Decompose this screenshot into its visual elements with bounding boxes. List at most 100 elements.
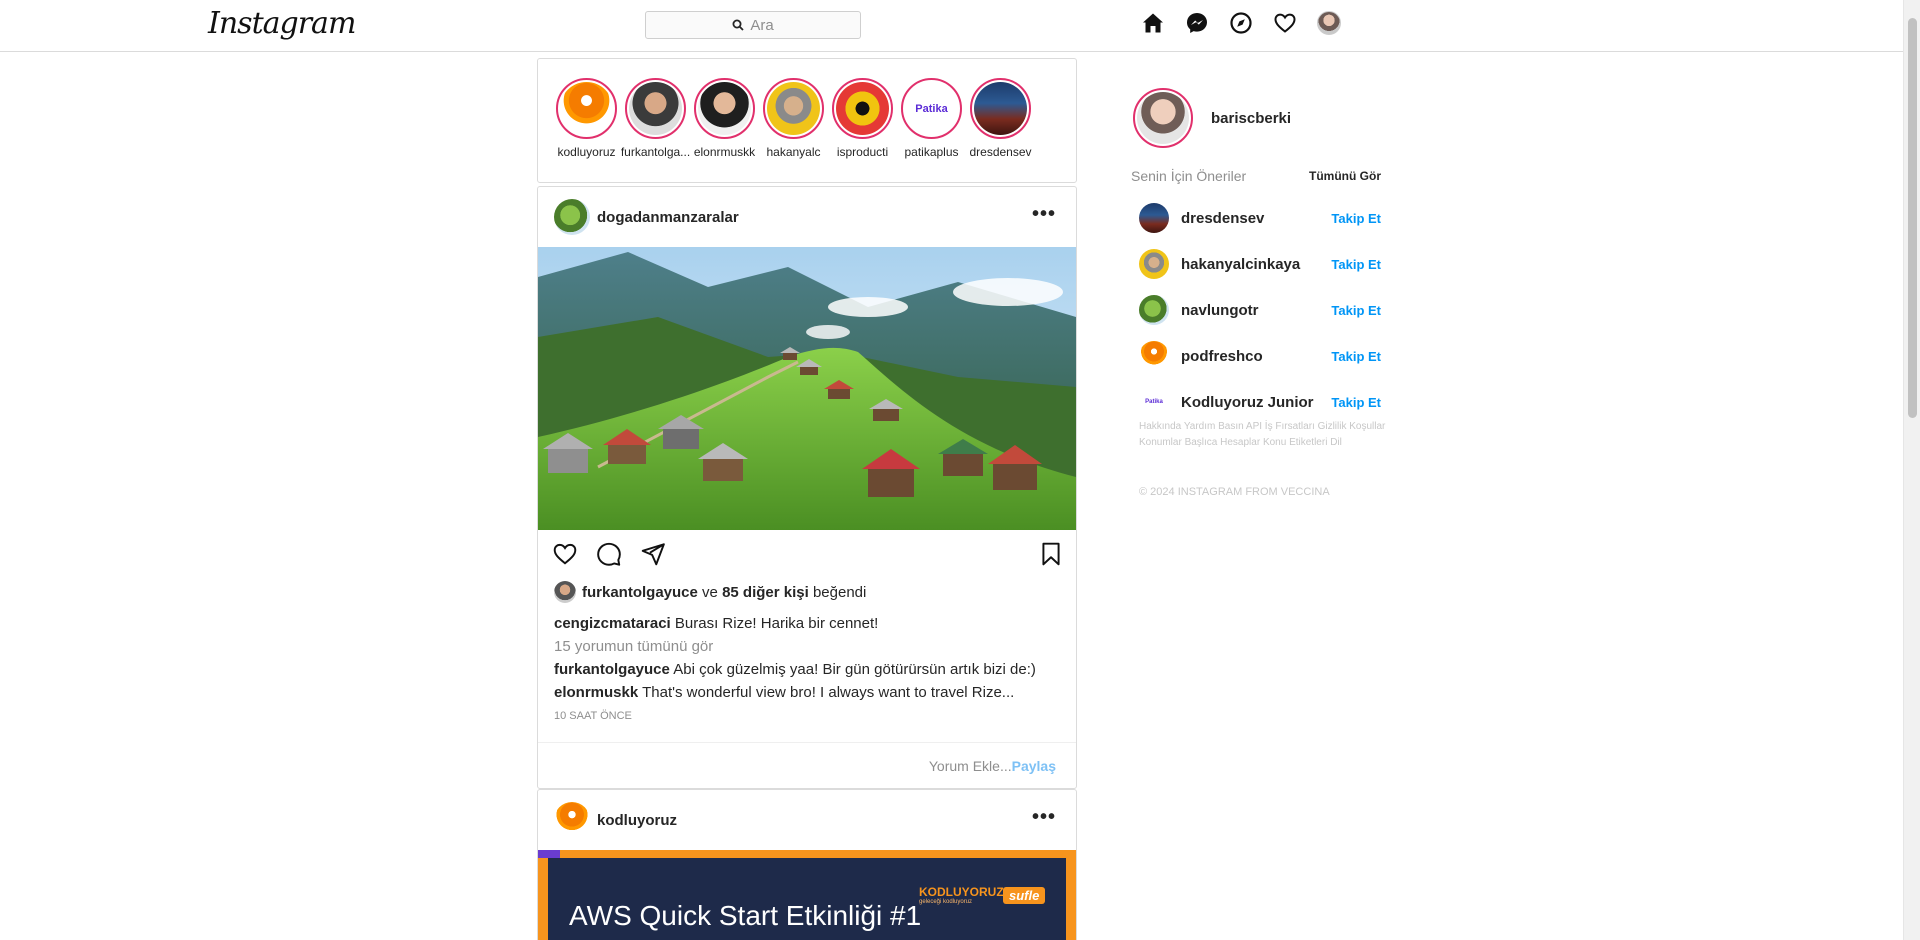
activity-heart-icon[interactable] (1272, 10, 1298, 36)
search-placeholder: Ara (750, 16, 774, 34)
story-avatar (836, 82, 889, 135)
page-scrollbar[interactable] (1903, 0, 1920, 940)
profile-avatar-button[interactable] (1316, 10, 1342, 36)
story-avatar (974, 82, 1027, 135)
current-user-avatar[interactable] (1133, 88, 1193, 148)
post-header: kodluyoruz ••• (538, 790, 1076, 850)
banner-panel: KODLUYORUZ geleceği kodluyoruz sufle AWS… (548, 858, 1066, 940)
follow-button[interactable]: Takip Et (1331, 395, 1381, 410)
banner-title: AWS Quick Start Etkinliği #1 (569, 900, 922, 931)
story-username: hakanyalc (766, 145, 821, 159)
suggestion-item: dresdensev Takip Et (1139, 195, 1381, 241)
story-username: dresdensev (969, 145, 1032, 159)
more-options-icon[interactable]: ••• (1032, 204, 1056, 224)
add-comment-bar: Yorum Ekle... Paylaş (538, 742, 1076, 788)
story-item[interactable]: dresdensev (969, 78, 1032, 182)
suggestions-title: Senin İçin Öneriler (1131, 168, 1247, 184)
liked-by-count[interactable]: 85 diğer kişi (722, 584, 809, 601)
search-input[interactable]: Ara (645, 11, 861, 39)
banner-partner-logo: sufle (1003, 887, 1046, 904)
suggestions-list: dresdensev Takip Et hakanyalcinkaya Takip E… (1139, 195, 1381, 425)
liked-by-connector: ve (702, 583, 718, 601)
post-timestamp: 10 SAAT ÖNCE (554, 710, 632, 722)
suggestion-username[interactable]: Kodluyoruz Junior (1181, 394, 1314, 411)
caption-text: Burası Rize! Harika bir cennet! (674, 615, 879, 632)
post-author-avatar[interactable] (554, 802, 590, 838)
liked-by-row: furkantolgayuce ve 85 diğer kişi beğendi (538, 578, 1076, 606)
suggestion-avatar[interactable] (1139, 203, 1169, 233)
footer-links[interactable]: Hakkında Yardım Basın API İş Fırsatları … (1139, 419, 1389, 451)
story-item[interactable]: furkantolga... (621, 78, 690, 182)
comment-icon[interactable] (596, 541, 622, 567)
banner-brand-tagline: geleceği kodluyoruz (919, 899, 973, 905)
story-item[interactable]: isproducti (832, 78, 893, 182)
follow-button[interactable]: Takip Et (1331, 303, 1381, 318)
instagram-logo[interactable]: Instagram (208, 6, 356, 41)
suggestion-username[interactable]: navlungotr (1181, 302, 1259, 319)
comment-username[interactable]: furkantolgayuce (554, 661, 670, 678)
bookmark-save-icon[interactable] (1038, 541, 1064, 567)
suggestions-header: Senin İçin Öneriler Tümünü Gör (1131, 168, 1381, 184)
story-avatar (698, 82, 751, 135)
post-author-username[interactable]: kodluyoruz (597, 812, 677, 829)
suggestion-avatar[interactable] (1139, 295, 1169, 325)
follow-button[interactable]: Takip Et (1331, 257, 1381, 272)
suggestion-username[interactable]: dresdensev (1181, 210, 1264, 227)
story-item[interactable]: Patika patikaplus (901, 78, 962, 182)
comment-text: That's wonderful view bro! I always want… (642, 684, 1015, 701)
story-item[interactable]: hakanyalc (763, 78, 824, 182)
like-heart-icon[interactable] (552, 541, 578, 567)
home-icon[interactable] (1140, 10, 1166, 36)
suggestion-username[interactable]: podfreshco (1181, 348, 1263, 365)
post-image-mountain-village[interactable] (538, 247, 1076, 530)
nav-icons (1140, 10, 1342, 36)
top-navbar: Instagram Ara (0, 0, 1903, 52)
stories-bar: kodluyoruz furkantolga... elonrmuskk hakany… (537, 58, 1077, 183)
story-username: patikaplus (904, 145, 959, 159)
scrollbar-thumb[interactable] (1908, 18, 1917, 418)
post-comment-button[interactable]: Paylaş (1012, 758, 1056, 774)
messenger-icon[interactable] (1184, 10, 1210, 36)
see-all-link[interactable]: Tümünü Gör (1309, 169, 1381, 183)
story-item[interactable]: elonrmuskk (694, 78, 755, 182)
caption-username[interactable]: cengizcmataraci (554, 615, 671, 632)
current-username[interactable]: bariscberki (1211, 110, 1291, 127)
feed-post: dogadanmanzaralar ••• furkantolgayuce ve… (537, 186, 1077, 789)
explore-compass-icon[interactable] (1228, 10, 1254, 36)
story-username: elonrmuskk (693, 145, 756, 159)
story-ring (556, 78, 617, 139)
suggestion-item: podfreshco Takip Et (1139, 333, 1381, 379)
story-ring (625, 78, 686, 139)
banner-accent (538, 850, 560, 858)
share-send-icon[interactable] (640, 541, 666, 567)
suggestion-username[interactable]: hakanyalcinkaya (1181, 256, 1300, 273)
comment-input[interactable]: Yorum Ekle... (929, 758, 1012, 774)
post-image-aws-banner[interactable]: KODLUYORUZ geleceği kodluyoruz sufle AWS… (538, 850, 1076, 940)
suggestion-avatar[interactable]: Patika (1139, 387, 1169, 417)
story-username: isproducti (836, 145, 889, 159)
comment-username[interactable]: elonrmuskk (554, 684, 638, 701)
liked-by-username[interactable]: furkantolgayuce (582, 584, 698, 601)
suggestion-avatar[interactable] (1139, 249, 1169, 279)
more-options-icon[interactable]: ••• (1032, 807, 1056, 827)
post-caption: cengizcmataraci Burası Rize! Harika bir … (538, 612, 1076, 635)
post-author-username[interactable]: dogadanmanzaralar (597, 209, 739, 226)
post-author-avatar[interactable] (554, 199, 590, 235)
banner-brand-name: KODLUYORUZ (919, 885, 1004, 899)
comment-item: elonrmuskk That's wonderful view bro! I … (538, 681, 1076, 704)
feed-post: kodluyoruz ••• KODLUYORUZ geleceği kodlu… (537, 789, 1077, 940)
liked-by-suffix: beğendi (812, 583, 867, 601)
story-item[interactable]: kodluyoruz (556, 78, 617, 182)
search-icon (732, 19, 744, 31)
copyright: © 2024 INSTAGRAM FROM VECCINA (1139, 486, 1330, 498)
post-header: dogadanmanzaralar ••• (538, 187, 1076, 247)
follow-button[interactable]: Takip Et (1331, 349, 1381, 364)
story-avatar (629, 82, 682, 135)
story-avatar (767, 82, 820, 135)
story-ring (763, 78, 824, 139)
story-ring (970, 78, 1031, 139)
follow-button[interactable]: Takip Et (1331, 211, 1381, 226)
view-all-comments-link[interactable]: 15 yorumun tümünü gör (538, 635, 1076, 658)
suggestion-avatar[interactable] (1139, 341, 1169, 371)
suggestion-item: navlungotr Takip Et (1139, 287, 1381, 333)
